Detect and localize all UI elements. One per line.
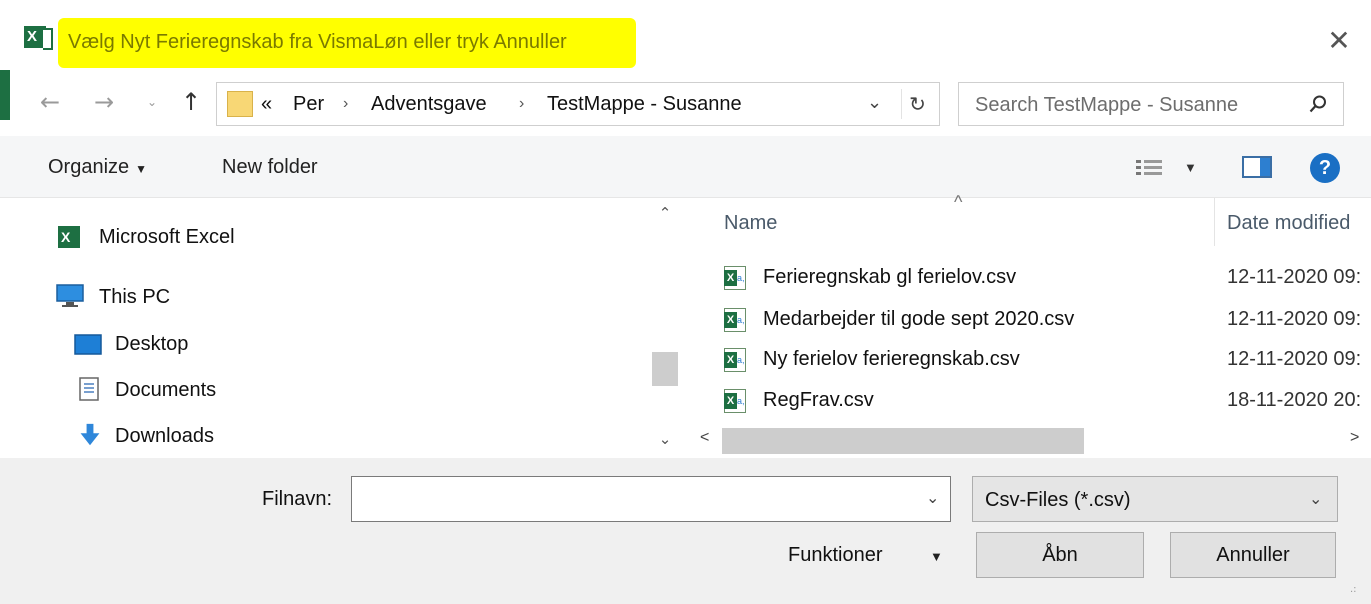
column-header-date-modified[interactable]: Date modified: [1227, 212, 1350, 235]
desktop-icon: [74, 334, 102, 355]
nav-item-documents[interactable]: Documents: [0, 371, 640, 411]
file-date: 18-11-2020 20:: [1227, 389, 1362, 411]
tools-caret-icon[interactable]: ▼: [930, 549, 943, 564]
recent-locations-chevron-icon[interactable]: ⌄: [142, 86, 162, 118]
scroll-right-icon[interactable]: >: [1350, 429, 1359, 447]
file-name: RegFrav.csv: [763, 389, 874, 411]
file-type-select[interactable]: Csv-Files (*.csv) ⌄: [972, 476, 1338, 522]
nav-item-label: Documents: [115, 379, 217, 401]
column-divider[interactable]: [1214, 198, 1215, 246]
address-bar[interactable]: « Per › Adventsgave › TestMappe - Susann…: [216, 82, 940, 126]
file-date: 12-11-2020 09:: [1227, 348, 1362, 370]
computer-icon: [56, 284, 84, 307]
navigation-bar: ← → ⌄ ↑ « Per › Adventsgave › TestMappe …: [0, 72, 1371, 136]
file-list: ^ Name Date modified Ferieregnskab gl fe…: [690, 192, 1371, 458]
filename-input[interactable]: [351, 476, 951, 522]
file-name: Medarbejder til gode sept 2020.csv: [763, 308, 1075, 330]
dialog-footer: Filnavn: ⌄ Csv-Files (*.csv) ⌄ Funktione…: [0, 458, 1371, 604]
csv-file-icon: [724, 348, 746, 372]
view-options-caret-icon[interactable]: ▼: [1184, 160, 1197, 175]
file-row[interactable]: Medarbejder til gode sept 2020.csv 12-11…: [690, 300, 1371, 340]
file-type-value: Csv-Files (*.csv): [985, 489, 1131, 511]
organize-caret-icon: ▼: [135, 162, 148, 176]
preview-pane-icon[interactable]: [1242, 156, 1272, 178]
search-box[interactable]: Search TestMappe - Susanne: [958, 82, 1344, 126]
refresh-icon[interactable]: ↻: [901, 89, 933, 119]
breadcrumb-testmappe[interactable]: TestMappe - Susanne: [547, 93, 742, 116]
folder-icon: [227, 91, 253, 117]
file-name: Ny ferielov ferieregnskab.csv: [763, 348, 1020, 370]
nav-item-downloads[interactable]: Downloads: [0, 417, 640, 457]
sort-ascending-icon: ^: [954, 192, 963, 212]
scrollbar-thumb[interactable]: [652, 352, 678, 386]
nav-item-label: Desktop: [115, 333, 189, 355]
csv-file-icon: [724, 308, 746, 332]
open-button[interactable]: Åbn: [976, 532, 1144, 578]
organize-button[interactable]: Organize ▼: [48, 156, 147, 179]
breadcrumb-separator-icon[interactable]: ›: [343, 95, 348, 113]
filename-dropdown-icon[interactable]: ⌄: [926, 488, 939, 507]
scroll-up-icon[interactable]: ⌃: [655, 204, 675, 222]
column-header-row: ^ Name Date modified: [690, 192, 1371, 246]
search-icon[interactable]: [1309, 95, 1327, 113]
breadcrumb-adventsgave[interactable]: Adventsgave: [371, 93, 487, 116]
file-row[interactable]: Ny ferielov ferieregnskab.csv 12-11-2020…: [690, 340, 1371, 380]
view-options-icon[interactable]: [1134, 158, 1166, 178]
column-header-name[interactable]: Name: [724, 212, 777, 235]
command-toolbar: Organize ▼ New folder ▼ ?: [0, 136, 1371, 198]
nav-item-label: Downloads: [115, 425, 214, 447]
scroll-down-icon[interactable]: ⌄: [655, 430, 675, 448]
downloads-icon: [80, 423, 100, 446]
filename-label: Filnavn:: [262, 488, 333, 510]
close-icon[interactable]: ✕: [1320, 22, 1358, 60]
file-date: 12-11-2020 09:: [1227, 308, 1362, 330]
search-input[interactable]: Search TestMappe - Susanne: [975, 94, 1238, 117]
tools-menu-button[interactable]: Funktioner: [788, 544, 883, 567]
organize-label: Organize: [48, 156, 130, 178]
window-title: Vælg Nyt Ferieregnskab fra VismaLøn elle…: [68, 31, 567, 53]
address-dropdown-icon[interactable]: ⌄: [867, 92, 882, 113]
scrollbar-thumb[interactable]: [722, 428, 1084, 454]
nav-item-label: Microsoft Excel: [99, 226, 235, 248]
back-arrow-icon[interactable]: ←: [36, 86, 64, 118]
new-folder-button[interactable]: New folder: [222, 156, 318, 179]
file-name: Ferieregnskab gl ferielov.csv: [763, 266, 1017, 288]
breadcrumb-separator-icon[interactable]: ›: [519, 95, 524, 113]
documents-icon: [79, 377, 99, 401]
scroll-left-icon[interactable]: <: [700, 429, 709, 447]
nav-item-label: This PC: [99, 286, 171, 308]
title-bar: X Vælg Nyt Ferieregnskab fra VismaLøn el…: [0, 0, 1371, 72]
file-row[interactable]: RegFrav.csv 18-11-2020 20:: [690, 381, 1371, 421]
breadcrumb-overflow[interactable]: «: [261, 93, 272, 116]
breadcrumb-per[interactable]: Per: [293, 93, 324, 116]
excel-icon: X: [24, 26, 53, 50]
nav-item-microsoft-excel[interactable]: X Microsoft Excel: [0, 218, 640, 258]
file-type-dropdown-icon: ⌄: [1309, 489, 1323, 508]
help-icon[interactable]: ?: [1310, 153, 1340, 183]
cancel-button[interactable]: Annuller: [1170, 532, 1336, 578]
file-row[interactable]: Ferieregnskab gl ferielov.csv 12-11-2020…: [690, 258, 1371, 298]
csv-file-icon: [724, 389, 746, 413]
navigation-pane-scrollbar[interactable]: ⌃ ⌄: [650, 198, 680, 458]
excel-icon: X: [58, 226, 80, 248]
navigation-pane: X Microsoft Excel This PC Desktop Docume…: [0, 198, 688, 458]
resize-grip-icon[interactable]: .:: [1350, 584, 1357, 595]
file-date: 12-11-2020 09:: [1227, 266, 1362, 288]
csv-file-icon: [724, 266, 746, 290]
nav-item-desktop[interactable]: Desktop: [0, 325, 640, 365]
forward-arrow-icon[interactable]: →: [90, 86, 118, 118]
up-arrow-icon[interactable]: ↑: [176, 86, 206, 118]
nav-item-this-pc[interactable]: This PC: [0, 278, 640, 318]
horizontal-scrollbar[interactable]: < >: [690, 426, 1371, 456]
